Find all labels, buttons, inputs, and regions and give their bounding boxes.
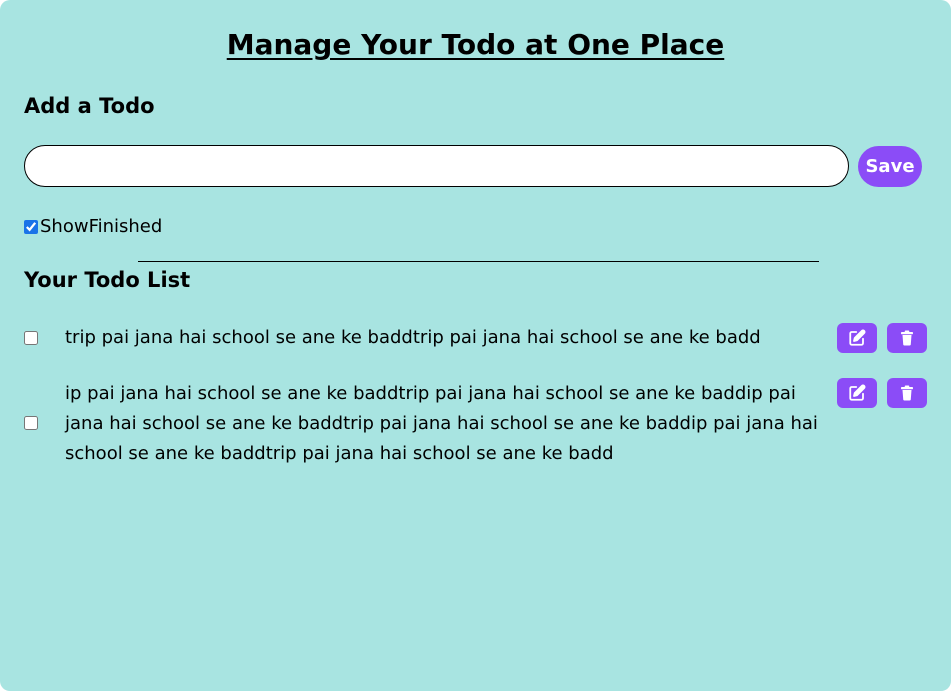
- delete-button[interactable]: [887, 378, 927, 408]
- todo-complete-checkbox[interactable]: [24, 416, 38, 430]
- add-todo-heading: Add a Todo: [24, 94, 155, 118]
- todo-text: ip pai jana hai school se ane ke baddtri…: [65, 383, 818, 464]
- edit-icon: [849, 329, 866, 346]
- todo-text: trip pai jana hai school se ane ke baddt…: [65, 327, 761, 348]
- delete-button[interactable]: [887, 323, 927, 353]
- edit-button[interactable]: [837, 323, 877, 353]
- edit-button[interactable]: [837, 378, 877, 408]
- page-title: Manage Your Todo at One Place: [226, 28, 725, 61]
- trash-icon: [901, 385, 913, 401]
- todo-app-container: Manage Your Todo at One Place Add a Todo…: [0, 0, 951, 691]
- todo-input[interactable]: [24, 145, 849, 187]
- show-finished-label: ShowFinished: [40, 216, 163, 237]
- divider: [138, 261, 819, 262]
- todo-list-heading: Your Todo List: [24, 268, 191, 292]
- todo-item: ip pai jana hai school se ane ke baddtri…: [0, 378, 951, 470]
- trash-icon: [901, 330, 913, 346]
- todo-item: trip pai jana hai school se ane ke baddt…: [0, 323, 951, 355]
- show-finished-checkbox[interactable]: [24, 219, 38, 234]
- save-button[interactable]: Save: [858, 146, 922, 187]
- show-finished-toggle[interactable]: ShowFinished: [24, 216, 162, 237]
- edit-icon: [849, 384, 866, 401]
- todo-complete-checkbox[interactable]: [24, 331, 38, 345]
